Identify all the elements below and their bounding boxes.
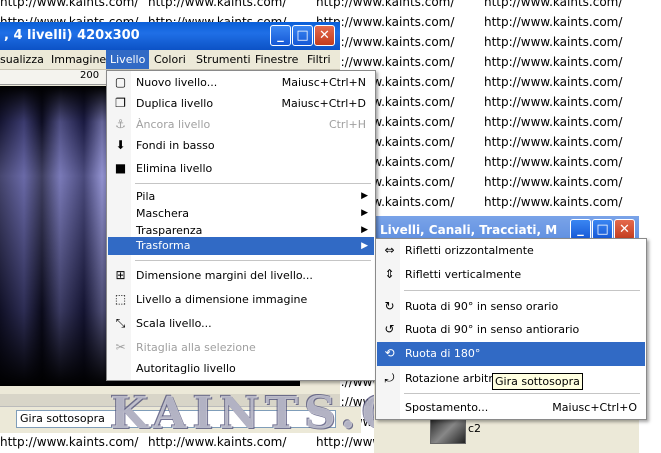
menu-item-shortcut: Maiusc+Ctrl+O xyxy=(552,401,637,414)
menu-item-label: Rifletti orizzontalmente xyxy=(405,244,534,257)
menu-item-trasforma[interactable]: Trasforma ▶ xyxy=(108,237,374,255)
menu-item-label: Elimina livello xyxy=(136,162,213,175)
layer-boundary-icon: ⊞ xyxy=(115,268,126,282)
menu-item-label: Ritaglia alla selezione xyxy=(136,341,256,354)
menu-item-nuovo-livello[interactable]: ▢ Nuovo livello... Maiusc+Ctrl+N xyxy=(108,72,374,93)
flip-vertical-icon: ⇕ xyxy=(384,267,395,281)
menu-item-scala-livello[interactable]: ⤡ Scala livello... xyxy=(108,313,374,334)
livello-menu: ▢ Nuovo livello... Maiusc+Ctrl+N ❐ Dupli… xyxy=(106,70,376,381)
menu-item-label: Spostamento... xyxy=(405,401,489,414)
new-layer-icon: ▢ xyxy=(114,75,127,89)
tooltip: Gira sottosopra xyxy=(492,373,583,390)
anchor-icon: ⚓ xyxy=(115,117,126,131)
menu-item-label: Ruota di 90° in senso antiorario xyxy=(405,323,580,336)
menu-item-label: Ruota di 90° in senso orario xyxy=(405,300,559,313)
menu-item-label: Àncora livello xyxy=(136,118,211,131)
maximize-button[interactable]: □ xyxy=(292,25,313,46)
layers-minimize-button[interactable]: _ xyxy=(570,219,591,240)
layers-maximize-button[interactable]: □ xyxy=(592,219,613,240)
menu-separator xyxy=(404,290,640,291)
menu-item-label: Ruota di 180° xyxy=(405,347,481,360)
rotate-cw-icon: ↻ xyxy=(384,299,395,313)
wallpaper-url-text: http://www.kaints.com/ xyxy=(484,155,623,169)
menu-item-label: Duplica livello xyxy=(136,97,214,110)
wallpaper-url-text: http://www.kaints.com/ xyxy=(484,195,623,209)
menu-strumenti[interactable]: Strumenti xyxy=(196,53,251,66)
menu-visualizza[interactable]: sualizza xyxy=(0,53,44,66)
image-window-titlebar[interactable]: , 4 livelli) 420x300 _ □ ✕ xyxy=(0,22,340,50)
rotate-180-icon: ⟲ xyxy=(384,346,395,360)
menu-item-livello-a-dimensione-immagine[interactable]: ⬚ Livello a dimensione immagine xyxy=(108,289,374,310)
wallpaper-url-text: http://www.kaints.com/ xyxy=(484,55,623,69)
wallpaper-url-text: http://www.kaints.com/ xyxy=(484,15,623,29)
menu-separator xyxy=(135,260,371,261)
menu-immagine[interactable]: Immagine xyxy=(51,53,106,66)
layers-close-button[interactable]: ✕ xyxy=(614,219,635,240)
minimize-button[interactable]: _ xyxy=(270,25,291,46)
menu-item-label: Dimensione margini del livello... xyxy=(136,269,313,282)
layer-to-image-icon: ⬚ xyxy=(114,292,127,306)
flip-horizontal-icon: ⇔ xyxy=(384,243,395,257)
wallpaper-url-text: http://www.kaints.com/ xyxy=(484,75,623,89)
rotate-arbitrary-icon: ⤾ xyxy=(384,371,395,385)
wallpaper-url-text: http://www.kaints.com/ xyxy=(484,0,623,9)
menu-item-label: Rifletti verticalmente xyxy=(405,268,522,281)
menu-colori[interactable]: Colori xyxy=(154,53,186,66)
menu-item-duplica-livello[interactable]: ❐ Duplica livello Maiusc+Ctrl+D xyxy=(108,93,374,114)
scale-layer-icon: ⤡ xyxy=(115,316,126,330)
layer-name[interactable]: c2 xyxy=(468,422,481,435)
menubar: sualizza Immagine Livello Colori Strumen… xyxy=(0,50,340,70)
wallpaper-url-text: http://www.kaints.com/ xyxy=(484,175,623,189)
duplicate-layer-icon: ❐ xyxy=(115,96,126,110)
wallpaper-url-text: http://www.kaints.com/ xyxy=(484,115,623,129)
wallpaper-url-text: http://www.kaints.com/ xyxy=(484,35,623,49)
menu-item-rifletti-verticalmente[interactable]: ⇕ Rifletti verticalmente xyxy=(377,264,645,285)
delete-layer-icon: ■ xyxy=(114,161,127,175)
menu-item-label: Trasforma xyxy=(136,239,191,252)
menu-item-ruota-180[interactable]: ⟲ Ruota di 180° xyxy=(377,342,645,366)
menu-livello[interactable]: Livello xyxy=(106,50,150,69)
menu-item-shortcut: Maiusc+Ctrl+D xyxy=(281,97,366,110)
menu-item-shortcut: Ctrl+H xyxy=(328,118,366,131)
ruler-label: 200 xyxy=(80,70,100,81)
window-title: , 4 livelli) 420x300 xyxy=(4,28,140,43)
close-button[interactable]: ✕ xyxy=(314,25,335,46)
menu-item-ruota-90-antiorario[interactable]: ↺ Ruota di 90° in senso antiorario xyxy=(377,319,645,340)
menu-item-label: Nuovo livello... xyxy=(136,76,218,89)
menu-item-label: Fondi in basso xyxy=(136,139,215,152)
menu-item-label: Autoritaglio livello xyxy=(136,362,236,375)
merge-down-icon: ⬇ xyxy=(115,138,126,152)
horizontal-ruler: 200 xyxy=(0,70,110,85)
menu-item-elimina-livello[interactable]: ■ Elimina livello xyxy=(108,158,374,179)
menu-item-rifletti-orizzontalmente[interactable]: ⇔ Rifletti orizzontalmente xyxy=(377,240,645,261)
menu-item-spostamento[interactable]: Spostamento... Maiusc+Ctrl+O xyxy=(377,397,645,418)
wallpaper-url-text: http://www.kaints.com/ xyxy=(484,135,623,149)
layer-thumbnail[interactable] xyxy=(430,416,466,444)
wallpaper-url-text: http://www.kaints.com/ xyxy=(484,95,623,109)
menu-item-ruota-90-orario[interactable]: ↻ Ruota di 90° in senso orario xyxy=(377,296,645,317)
submenu-arrow-icon: ▶ xyxy=(361,241,368,251)
rotate-ccw-icon: ↺ xyxy=(384,322,395,336)
layers-dialog-title: Livelli, Canali, Tracciati, M xyxy=(380,223,558,237)
menu-item-fondi-in-basso[interactable]: ⬇ Fondi in basso xyxy=(108,135,374,156)
crop-icon: ✂ xyxy=(115,340,126,354)
menu-item-shortcut: Maiusc+Ctrl+N xyxy=(281,76,366,89)
menu-item-ritaglia-alla-selezione: ✂ Ritaglia alla selezione xyxy=(108,337,374,358)
wallpaper-url-text: http://www.kaints.com/ xyxy=(316,0,455,9)
wallpaper-url-text: http://www.kaints.com/ xyxy=(0,0,139,9)
menu-item-autoritaglio-livello[interactable]: Autoritaglio livello xyxy=(108,358,374,379)
menu-item-dimensione-margini[interactable]: ⊞ Dimensione margini del livello... xyxy=(108,265,374,286)
menu-item-label: Livello a dimensione immagine xyxy=(136,293,308,306)
wallpaper-url-text: http://www.kaints.com/ xyxy=(148,0,287,9)
menu-finestre[interactable]: Finestre xyxy=(255,53,298,66)
trasforma-submenu: ⇔ Rifletti orizzontalmente ⇕ Rifletti ve… xyxy=(375,238,647,420)
menu-filtri[interactable]: Filtri xyxy=(307,53,331,66)
menu-item-ancora-livello: ⚓ Àncora livello Ctrl+H xyxy=(108,114,374,135)
menu-item-label: Scala livello... xyxy=(136,317,212,330)
menu-separator xyxy=(404,393,640,394)
menu-separator xyxy=(135,183,371,184)
